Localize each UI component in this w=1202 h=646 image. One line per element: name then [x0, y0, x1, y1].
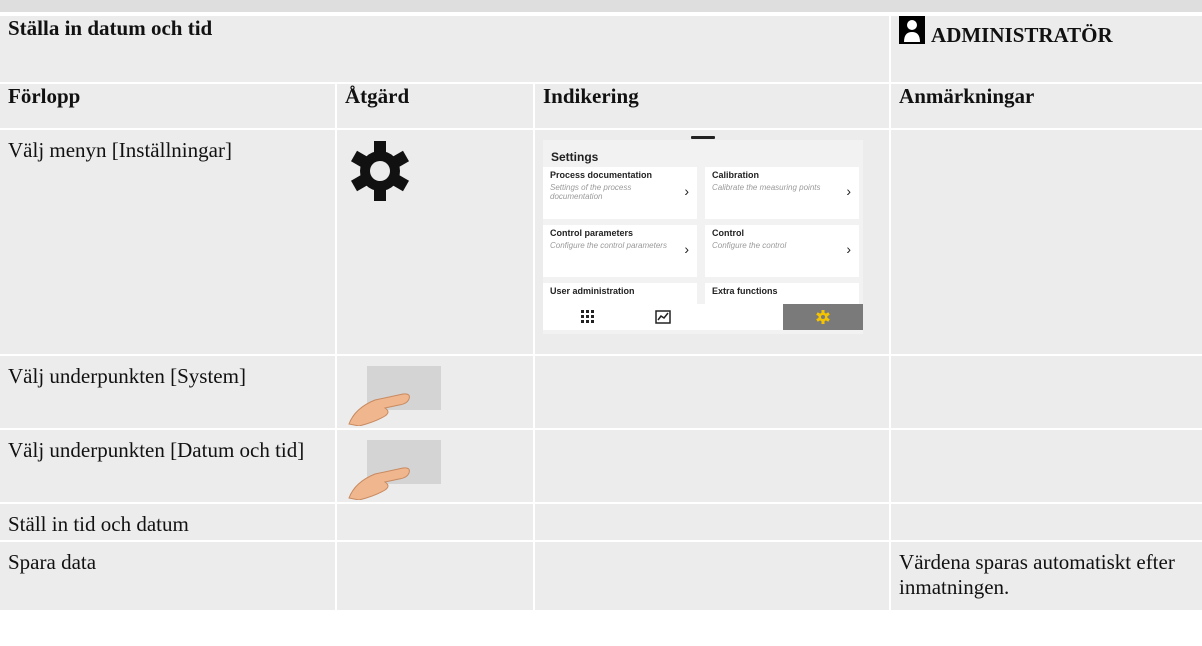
person-icon — [899, 16, 926, 44]
table-row: Välj menyn [Inställningar] Settings Proc… — [0, 130, 1202, 354]
col-header-anmarkningar: Anmärkningar — [891, 84, 1202, 128]
role-label: ADMINISTRATÖR — [931, 23, 1113, 47]
document-page: Ställa in datum och tid ADMINISTRATÖR Fö… — [0, 0, 1202, 646]
col-header-indikering: Indikering — [535, 84, 890, 128]
step-text: Ställ in tid och datum — [8, 512, 189, 536]
finger-tap-icon — [348, 366, 441, 426]
table-row: Välj underpunkten [System] — [0, 356, 1202, 428]
step-text: Välj underpunkten [System] — [8, 364, 246, 388]
tile-user-administration[interactable]: User administration — [543, 283, 697, 304]
drag-handle — [691, 136, 715, 139]
grid-icon[interactable] — [563, 304, 613, 330]
col-header-forlopp: Förlopp — [0, 84, 335, 128]
note-text: Värdena sparas automatiskt efter inmatni… — [899, 550, 1175, 600]
settings-title: Settings — [551, 150, 599, 164]
chevron-right-icon: › — [684, 183, 689, 199]
chevron-right-icon: › — [846, 183, 851, 199]
table-row: Ställ in tid och datum — [0, 504, 1202, 540]
step-text: Spara data — [8, 550, 97, 574]
step-text: Välj underpunkten [Datum och tid] — [8, 438, 305, 462]
table-row: Välj underpunkten [Datum och tid] — [0, 430, 1202, 502]
chevron-right-icon: › — [846, 241, 851, 257]
chart-icon[interactable] — [638, 304, 688, 330]
page-title: Ställa in datum och tid — [0, 16, 890, 82]
chevron-right-icon: › — [684, 241, 689, 257]
tile-control[interactable]: Control Configure the control › — [705, 225, 859, 277]
role-cell: ADMINISTRATÖR — [891, 16, 1202, 82]
column-header-row: Förlopp Åtgärd Indikering Anmärkningar — [0, 84, 1202, 128]
settings-screen: Settings Process documentation Settings … — [543, 136, 863, 334]
gear-icon — [351, 141, 409, 201]
tile-process-documentation[interactable]: Process documentation Settings of the pr… — [543, 167, 697, 219]
table-row: Spara data Värdena sparas automatiskt ef… — [0, 542, 1202, 610]
title-row: Ställa in datum och tid ADMINISTRATÖR — [0, 16, 1202, 82]
finger-tap-icon — [348, 440, 441, 500]
tile-calibration[interactable]: Calibration Calibrate the measuring poin… — [705, 167, 859, 219]
bottom-nav — [543, 304, 863, 330]
top-band — [0, 0, 1202, 14]
procedure-table: Ställa in datum och tid ADMINISTRATÖR Fö… — [0, 14, 1202, 612]
tile-extra-functions[interactable]: Extra functions — [705, 283, 859, 304]
step-text: Välj menyn [Inställningar] — [8, 138, 232, 162]
col-header-atgard: Åtgärd — [337, 84, 533, 128]
tile-control-parameters[interactable]: Control parameters Configure the control… — [543, 225, 697, 277]
gear-icon[interactable] — [783, 304, 863, 330]
